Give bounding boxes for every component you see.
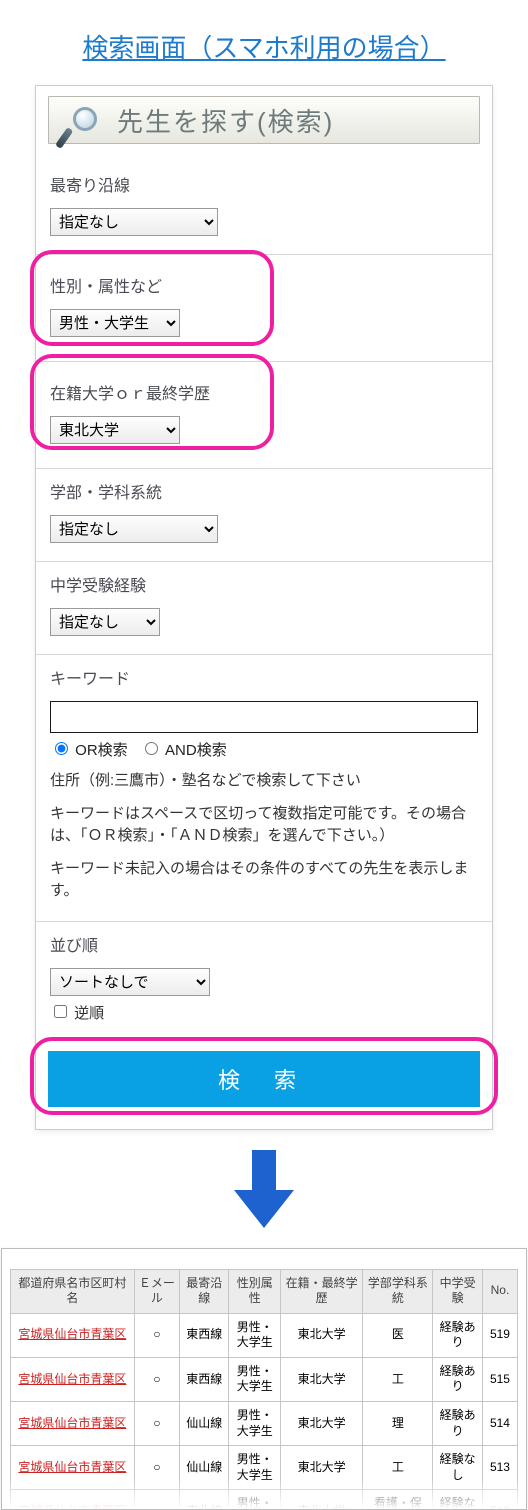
th-attr: 性別属性: [229, 1269, 281, 1313]
label-jhs-exam: 中学受験経験: [50, 572, 478, 596]
field-jhs-exam: 中学受験経験 指定なし: [36, 562, 492, 655]
cell-exam: 経験あり: [433, 1313, 482, 1357]
reverse-text: 逆順: [74, 1005, 104, 1022]
th-loc: 都道府県名市区町村名: [11, 1269, 135, 1313]
cell-no: 514: [482, 1402, 517, 1446]
table-header-row: 都道府県名市区町村名 Ｅメール 最寄沿線 性別属性 在籍・最終学歴 学部学科系統…: [11, 1269, 518, 1313]
cell-mail: ○: [134, 1357, 179, 1401]
field-sort: 並び順 ソートなしで 逆順: [36, 922, 492, 1041]
select-university[interactable]: 東北大学: [50, 416, 180, 444]
label-nearest-line: 最寄り沿線: [50, 172, 478, 196]
keyword-help-2: キーワードはスペースで区切って複数指定可能です。その場合は、「ＯＲ検索」・「ＡＮ…: [50, 803, 478, 848]
table-row[interactable]: 宮城県仙台市青葉区○仙山線男性・大学生東北大学理経験あり514: [11, 1402, 518, 1446]
radio-and[interactable]: [145, 742, 158, 755]
radio-or-label[interactable]: OR検索: [50, 742, 132, 759]
th-no: No.: [482, 1269, 517, 1313]
cell-loc[interactable]: 宮城県仙台市青葉区: [11, 1313, 135, 1357]
cell-line: 仙山線: [179, 1402, 228, 1446]
cell-no: 519: [482, 1313, 517, 1357]
label-keyword: キーワード: [50, 665, 478, 689]
th-mail: Ｅメール: [134, 1269, 179, 1313]
cell-no: 515: [482, 1357, 517, 1401]
table-row[interactable]: 宮城県仙台市青葉区○東西線男性・大学生東北大学工経験あり515: [11, 1357, 518, 1401]
cell-univ: 東北大学: [280, 1313, 362, 1357]
field-nearest-line: 最寄り沿線 指定なし: [36, 162, 492, 255]
cell-exam: 経験あり: [433, 1357, 482, 1401]
label-gender-attr: 性別・属性など: [50, 273, 478, 297]
select-nearest-line[interactable]: 指定なし: [50, 208, 218, 236]
cell-dept: 理: [363, 1402, 433, 1446]
cell-line: 東西線: [179, 1357, 228, 1401]
cell-attr: 男性・大学生: [229, 1313, 281, 1357]
th-exam: 中学受験: [433, 1269, 482, 1313]
radio-and-text: AND検索: [165, 742, 227, 759]
cell-univ: 東北大学: [280, 1357, 362, 1401]
th-univ: 在籍・最終学歴: [280, 1269, 362, 1313]
search-header-title: 先生を探す(検索): [117, 102, 334, 139]
th-line: 最寄沿線: [179, 1269, 228, 1313]
radio-and-label[interactable]: AND検索: [140, 742, 227, 759]
cell-line: 東西線: [179, 1313, 228, 1357]
field-keyword: キーワード OR検索 AND検索 住所（例:三鷹市）・塾名などで検索して下さい …: [36, 655, 492, 922]
search-icon: [67, 107, 109, 149]
label-university: 在籍大学ｏｒ最終学歴: [50, 380, 478, 404]
keyword-help-3: キーワード未記入の場合はその条件のすべての先生を表示します。: [50, 858, 478, 903]
select-gender-attr[interactable]: 男性・大学生: [50, 309, 180, 337]
radio-or-text: OR検索: [75, 742, 128, 759]
search-header: 先生を探す(検索): [48, 96, 480, 144]
cell-dept: 工: [363, 1357, 433, 1401]
table-row[interactable]: 宮城県仙台市青葉区○東西線男性・大学生東北大学医経験あり519: [11, 1313, 518, 1357]
field-university: 在籍大学ｏｒ最終学歴 東北大学: [36, 362, 492, 469]
checkbox-reverse[interactable]: [54, 1005, 67, 1018]
select-department[interactable]: 指定なし: [50, 515, 218, 543]
results-table: 都道府県名市区町村名 Ｅメール 最寄沿線 性別属性 在籍・最終学歴 学部学科系統…: [10, 1269, 518, 1510]
reverse-label[interactable]: 逆順: [50, 1005, 104, 1022]
radio-or[interactable]: [55, 742, 68, 755]
keyword-input[interactable]: [50, 701, 478, 733]
cell-exam: 経験あり: [433, 1402, 482, 1446]
cell-mail: ○: [134, 1313, 179, 1357]
select-jhs-exam[interactable]: 指定なし: [50, 608, 160, 636]
cell-attr: 男性・大学生: [229, 1357, 281, 1401]
arrow-down-icon: [234, 1150, 294, 1230]
search-button[interactable]: 検 索: [48, 1051, 480, 1107]
keyword-help-1: 住所（例:三鷹市）・塾名などで検索して下さい: [50, 770, 478, 793]
results-fade: [2, 1477, 526, 1509]
cell-loc[interactable]: 宮城県仙台市青葉区: [11, 1402, 135, 1446]
field-department: 学部・学科系統 指定なし: [36, 469, 492, 562]
search-form-frame: 先生を探す(検索) 最寄り沿線 指定なし 性別・属性など 男性・大学生 在籍大学…: [35, 85, 493, 1130]
cell-univ: 東北大学: [280, 1402, 362, 1446]
page-title: 検索画面（スマホ利用の場合）: [0, 0, 528, 75]
select-sort[interactable]: ソートなしで: [50, 968, 210, 996]
cell-mail: ○: [134, 1402, 179, 1446]
cell-dept: 医: [363, 1313, 433, 1357]
th-dept: 学部学科系統: [363, 1269, 433, 1313]
cell-loc[interactable]: 宮城県仙台市青葉区: [11, 1357, 135, 1401]
cell-attr: 男性・大学生: [229, 1402, 281, 1446]
label-department: 学部・学科系統: [50, 479, 478, 503]
field-gender-attr: 性別・属性など 男性・大学生: [36, 255, 492, 362]
results-frame: 都道府県名市区町村名 Ｅメール 最寄沿線 性別属性 在籍・最終学歴 学部学科系統…: [1, 1248, 527, 1510]
label-sort: 並び順: [50, 932, 478, 956]
